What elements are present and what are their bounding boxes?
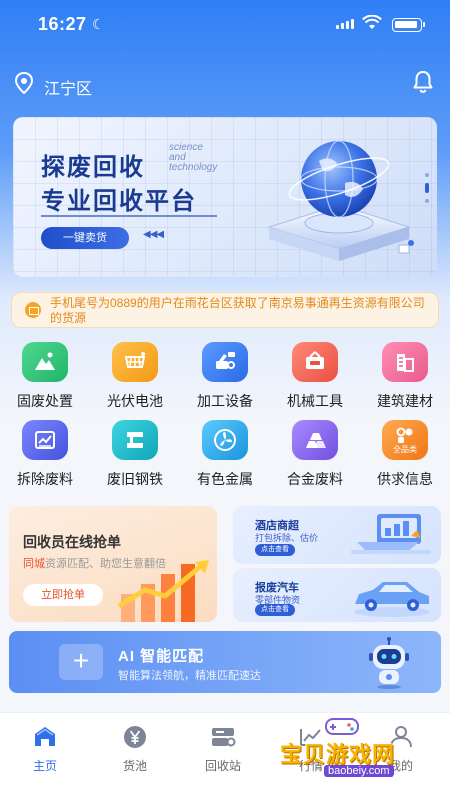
category-label: 有色金属 [197,471,253,487]
category-item-nonferrous-metals[interactable]: 有色金属 [180,418,270,488]
notice-text: 手机尾号为0889的用户在雨花台区获取了南京易事通再生资源有限公司的货源 [50,296,425,325]
hero-banner[interactable]: 探废回收 专业回收平台 science and technology 一键卖货 … [13,117,437,277]
category-item-demolition-waste[interactable]: 拆除废料 [0,418,90,488]
banner-arrows-icon: ◀◀◀ [143,229,164,240]
promo-card-grab-orders[interactable]: 回收员在线抢单 同城资源匹配、助您生意翻倍 立即抢单 [9,506,217,622]
category-label: 建筑建材 [377,393,433,409]
view-button[interactable]: 点击查看 [255,544,295,556]
category-item-solid-waste[interactable]: 固废处置 [0,340,90,410]
all-category-badge: 全品类 [393,445,417,454]
gamepad-icon [325,718,359,735]
tab-goods-pool[interactable]: 货池 [100,723,170,773]
plus-icon[interactable]: + [59,644,103,680]
ai-title: AI 智能匹配 [118,648,205,665]
tab-label: 主页 [32,759,57,773]
category-item-processing-equipment[interactable]: 加工设备 [180,340,270,410]
growth-chart-illustration [117,560,209,622]
car-illustration [354,582,430,617]
promo-card-hotel-supermarket[interactable]: 酒店商超 打包拆除、估价 点击查看 [233,506,441,564]
notice-icon [25,302,41,318]
promo-title: 回收员在线抢单 [23,534,121,550]
sell-now-button[interactable]: 一键卖货 [41,227,129,249]
ai-subtitle: 智能算法领航，精准匹配速达 [118,670,261,682]
robot-icon [369,637,409,689]
category-grid: 固废处置 光伏电池 加工设备 机械工具 建筑建材 拆除废料 废旧钢铁 有色金属 … [0,340,450,490]
tab-recycle-station[interactable]: 回收站 [188,723,258,773]
promo-subtitle: 打包拆除、估价 [255,533,319,543]
battery-icon [392,18,425,32]
site-watermark: 宝贝游戏网 baobeiy.com [278,715,428,785]
grab-order-button[interactable]: 立即抢单 [23,584,103,606]
banner-carousel-indicator [425,173,429,203]
tab-home[interactable]: 主页 [10,723,80,773]
fan-icon [202,420,248,460]
category-label: 加工设备 [197,393,253,409]
watermark-url: baobeiy.com [324,765,394,777]
solar-panel-icon [112,342,158,382]
category-item-alloy-scrap[interactable]: 合金废料 [270,418,360,488]
globe-illustration [267,140,414,261]
machine-icon [202,342,248,382]
banner-divider [41,215,217,217]
category-label: 拆除废料 [17,471,73,487]
category-item-solar-battery[interactable]: 光伏电池 [90,340,180,410]
tab-label: 回收站 [204,759,241,773]
category-label: 机械工具 [287,393,343,409]
ai-smart-match-card[interactable]: + AI 智能匹配 智能算法领航，精准匹配速达 [9,631,441,693]
category-label: 供求信息 [377,471,433,487]
steel-icon [112,420,158,460]
location-label[interactable]: 江宁区 [44,75,92,99]
category-label: 合金废料 [287,471,343,487]
header: 江宁区 [0,70,450,98]
banner-title-line2: 专业回收平台 [41,188,197,215]
supply-icon: 全品类 [382,420,428,460]
category-label: 固废处置 [17,393,73,409]
category-item-scrap-steel[interactable]: 废旧钢铁 [90,418,180,488]
home-icon [35,727,55,746]
demolition-icon [22,420,68,460]
category-label: 废旧钢铁 [107,471,163,487]
tool-sign-icon [292,342,338,382]
category-item-supply-demand[interactable]: 全品类 供求信息 [360,418,450,488]
category-item-machine-tools[interactable]: 机械工具 [270,340,360,410]
mountain-icon [22,342,68,382]
recycle-station-icon [212,728,236,747]
bell-icon[interactable] [412,70,434,94]
yen-icon [124,726,146,748]
moon-icon: ☾ [92,16,105,32]
wifi-icon [362,15,382,29]
category-item-building-materials[interactable]: 建筑建材 [360,340,450,410]
location-pin-icon[interactable] [14,72,34,94]
signal-icon [336,19,354,29]
status-bar: 16:27 ☾ [0,0,450,46]
tab-label: 货池 [122,759,147,773]
status-time: 16:27 [38,14,87,34]
view-button[interactable]: 点击查看 [255,604,295,616]
building-icon [382,342,428,382]
alloy-icon [292,420,338,460]
promo-card-scrap-cars[interactable]: 报废汽车 零部件物资 点击查看 [233,568,441,622]
banner-tagline: science and technology [169,142,218,173]
banner-title-line1: 探废回收 [41,154,145,181]
notice-bar[interactable]: 手机尾号为0889的用户在雨花台区获取了南京易事通再生资源有限公司的货源 [11,292,439,328]
category-label: 光伏电池 [107,393,163,409]
supermarket-illustration [351,514,431,554]
